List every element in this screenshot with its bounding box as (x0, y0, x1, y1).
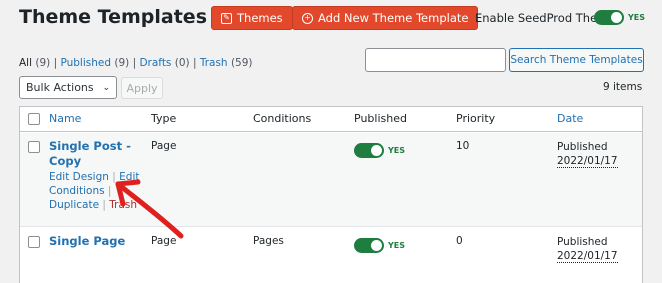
published-yes-text: YES (388, 241, 406, 250)
row-date: Published 2022/01/17 (557, 235, 618, 263)
row-date-status: Published (557, 236, 608, 248)
row-checkbox[interactable] (28, 236, 40, 248)
apply-button[interactable]: Apply (121, 77, 163, 99)
search-input[interactable] (365, 48, 506, 72)
duplicate-link[interactable]: Duplicate (49, 199, 99, 211)
enable-theme-toggle[interactable]: YES (594, 10, 645, 25)
plus-icon: + (302, 12, 313, 24)
published-toggle[interactable]: YES (354, 143, 405, 158)
published-yes-text: YES (388, 146, 406, 155)
edit-design-link[interactable]: Edit Design (49, 171, 109, 183)
filter-published-count: (9) (114, 57, 130, 69)
row-priority: 0 (456, 235, 463, 247)
add-new-theme-template-button[interactable]: + Add New Theme Template (292, 6, 479, 30)
themes-button[interactable]: ✎ Themes (211, 6, 293, 30)
page-title-text: Theme Templates (19, 6, 208, 28)
published-toggle[interactable]: YES (354, 238, 405, 253)
row-date: Published 2022/01/17 (557, 140, 618, 168)
row-date-value: 2022/01/17 (557, 155, 618, 168)
bulk-actions-select[interactable]: Bulk Actions ⌄ (19, 76, 117, 99)
table-header: Name Type Conditions Published Priority … (20, 107, 642, 132)
row-date-status: Published (557, 141, 608, 153)
filter-trash-count: (59) (230, 57, 253, 69)
chevron-down-icon: ⌄ (102, 82, 110, 93)
status-filters: All (9) | Published (9) | Drafts (0) | T… (19, 57, 253, 69)
themes-button-label: Themes (237, 11, 283, 25)
annotation-arrow-icon (115, 179, 184, 239)
row-priority: 10 (456, 140, 470, 152)
search-theme-templates-button[interactable]: Search Theme Templates (509, 48, 644, 72)
filter-drafts[interactable]: Drafts (139, 57, 171, 69)
filter-drafts-count: (0) (174, 57, 190, 69)
add-button-label: Add New Theme Template (318, 11, 469, 25)
filter-all[interactable]: All (19, 57, 32, 69)
filter-published[interactable]: Published (60, 57, 111, 69)
row-title-line1[interactable]: Single Post - (49, 139, 131, 154)
column-name[interactable]: Name (49, 112, 81, 125)
row-type: Page (151, 140, 177, 152)
toggle-track (354, 143, 384, 158)
toggle-track (594, 10, 624, 25)
toggle-yes-text: YES (628, 13, 646, 22)
select-all-checkbox[interactable] (28, 113, 40, 125)
items-count: 9 items (603, 81, 643, 93)
column-priority: Priority (456, 112, 496, 125)
column-published: Published (354, 112, 407, 125)
bulk-actions-value: Bulk Actions (26, 81, 94, 94)
row-checkbox[interactable] (28, 141, 40, 153)
row-date-value: 2022/01/17 (557, 250, 618, 263)
row-conditions: Pages (253, 235, 284, 247)
column-date[interactable]: Date (557, 112, 583, 125)
column-type: Type (151, 112, 177, 125)
themes-icon: ✎ (221, 12, 232, 24)
toggle-track (354, 238, 384, 253)
filter-all-count: (9) (35, 57, 51, 69)
edit-conditions-link-part2[interactable]: Conditions (49, 185, 105, 197)
page-title: Theme Templates ? (19, 6, 226, 28)
column-conditions: Conditions (253, 112, 312, 125)
filter-trash[interactable]: Trash (200, 57, 228, 69)
